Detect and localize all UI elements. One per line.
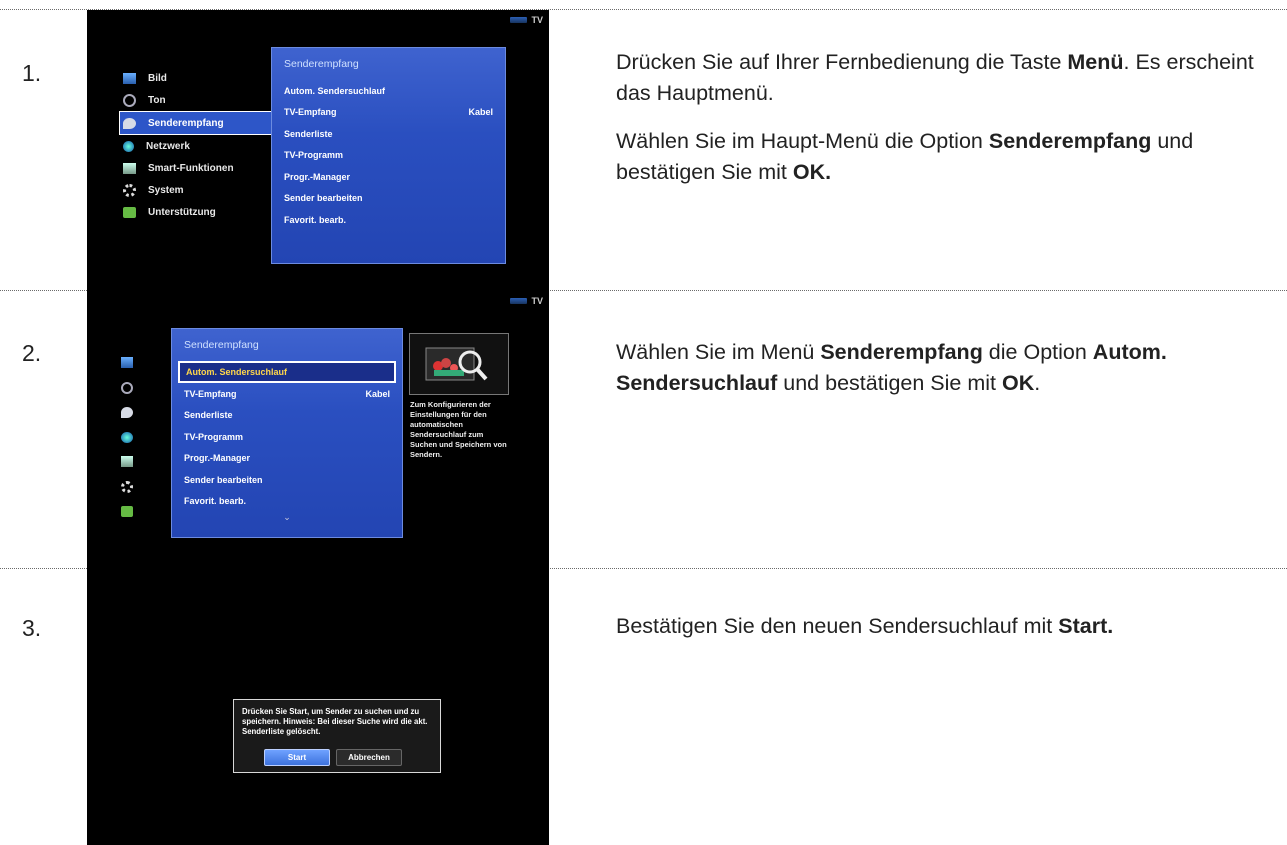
menu-item-ton[interactable]: Ton [123, 89, 276, 111]
magnifier-icon [425, 347, 488, 381]
support-icon [121, 506, 133, 517]
step-description: Wählen Sie im Menü Senderempfang die Opt… [616, 337, 1286, 416]
submenu-title: Senderempfang [184, 339, 259, 351]
speaker-icon [123, 93, 136, 107]
menu-item-label: System [148, 184, 184, 196]
submenu-item-favorit-bearb[interactable]: Favorit. bearb. [272, 209, 505, 231]
instruction-paragraph: Bestätigen Sie den neuen Sendersuchlauf … [616, 614, 1114, 638]
instruction-paragraph: Drücken Sie auf Ihrer Fernbedienung die … [616, 50, 1254, 105]
step-number: 1. [22, 60, 42, 86]
menu-item-bild[interactable]: Bild [123, 67, 276, 89]
dialog-text: Drücken Sie Start, um Sender zu suchen u… [242, 707, 428, 736]
menu-item-label: Netzwerk [146, 140, 190, 152]
chevron-down-icon[interactable]: ⌄ [172, 512, 402, 523]
menu-item-label: Senderempfang [148, 117, 224, 129]
picture-icon [121, 357, 133, 368]
tv-badge: TV [510, 296, 543, 306]
main-menu-icons [121, 357, 133, 531]
submenu-item-senderliste[interactable]: Senderliste [272, 123, 505, 145]
menu-item-label: Smart-Funktionen [148, 162, 234, 174]
menu-item-system[interactable]: System [123, 179, 276, 201]
submenu-item-tv-empfang[interactable]: TV-Empfang Kabel [272, 102, 505, 124]
support-icon [123, 206, 136, 218]
satellite-dish-icon [123, 117, 136, 129]
confirm-dialog: Drücken Sie Start, um Sender zu suchen u… [233, 699, 441, 773]
menu-item-label: Bild [148, 72, 167, 84]
tv-screenshot-senderempfang: TV Senderempfang Autom. Sendersuchlauf T… [87, 291, 549, 572]
cancel-button[interactable]: Abbrechen [336, 749, 402, 766]
tv-badge-icon [510, 17, 528, 23]
menu-item-smart-funktionen[interactable]: Smart-Funktionen [123, 157, 276, 179]
step-description: Drücken Sie auf Ihrer Fernbedienung die … [616, 47, 1286, 205]
speaker-icon [121, 381, 133, 394]
submenu-item-sender-bearbeiten[interactable]: Sender bearbeiten [172, 469, 402, 491]
start-button[interactable]: Start [264, 749, 330, 766]
submenu-item-autom-sendersuchlauf[interactable]: Autom. Sendersuchlauf [272, 80, 505, 102]
instruction-paragraph: Wählen Sie im Menü Senderempfang die Opt… [616, 340, 1167, 395]
submenu-item-tv-programm[interactable]: TV-Programm [272, 145, 505, 167]
submenu-item-progr-manager[interactable]: Progr.-Manager [272, 166, 505, 188]
submenu-item-sender-bearbeiten[interactable]: Sender bearbeiten [272, 188, 505, 210]
tv-badge-label: TV [531, 296, 543, 306]
submenu-item-senderliste[interactable]: Senderliste [172, 405, 402, 427]
info-preview [409, 333, 509, 395]
step-number: 3. [22, 615, 42, 641]
tv-screenshot-main-menu: TV Bild Ton Senderempfang Netzwerk Smart… [87, 10, 549, 291]
tv-badge-icon [510, 298, 528, 304]
menu-item-label: Ton [148, 94, 166, 106]
satellite-dish-icon [121, 407, 133, 418]
submenu-item-progr-manager[interactable]: Progr.-Manager [172, 448, 402, 470]
gear-icon [121, 480, 133, 493]
senderempfang-menu: Senderempfang Autom. Sendersuchlauf TV-E… [171, 328, 403, 538]
step-description: Bestätigen Sie den neuen Sendersuchlauf … [616, 611, 1286, 659]
menu-item-label: Unterstützung [148, 206, 216, 218]
submenu-title: Senderempfang [284, 58, 359, 70]
step-number: 2. [22, 340, 42, 366]
submenu-item-favorit-bearb[interactable]: Favorit. bearb. [172, 491, 402, 513]
tv-empfang-value: Kabel [365, 388, 390, 399]
senderempfang-submenu: Senderempfang Autom. Sendersuchlauf TV-E… [271, 47, 506, 264]
globe-icon [123, 140, 134, 152]
info-text: Zum Konfigurieren der Einstellungen für … [410, 400, 507, 459]
submenu-item-tv-empfang[interactable]: TV-Empfang Kabel [172, 383, 402, 405]
submenu-item-autom-sendersuchlauf[interactable]: Autom. Sendersuchlauf [178, 361, 396, 383]
globe-icon [121, 431, 133, 443]
menu-item-senderempfang[interactable]: Senderempfang [119, 111, 276, 135]
menu-item-unterstuetzung[interactable]: Unterstützung [123, 201, 276, 223]
menu-item-netzwerk[interactable]: Netzwerk [123, 135, 276, 157]
submenu-item-tv-programm[interactable]: TV-Programm [172, 426, 402, 448]
smart-cube-icon [121, 456, 133, 467]
tv-badge: TV [510, 15, 543, 25]
main-menu: Bild Ton Senderempfang Netzwerk Smart-Fu… [119, 67, 276, 223]
picture-icon [123, 72, 136, 84]
gear-icon [123, 183, 136, 197]
tv-empfang-value: Kabel [468, 107, 493, 118]
smart-cube-icon [123, 162, 136, 174]
instruction-paragraph: Wählen Sie im Haupt-Menü die Option Send… [616, 129, 1194, 184]
tv-screenshot-dialog: Drücken Sie Start, um Sender zu suchen u… [87, 569, 549, 845]
tv-badge-label: TV [531, 15, 543, 25]
